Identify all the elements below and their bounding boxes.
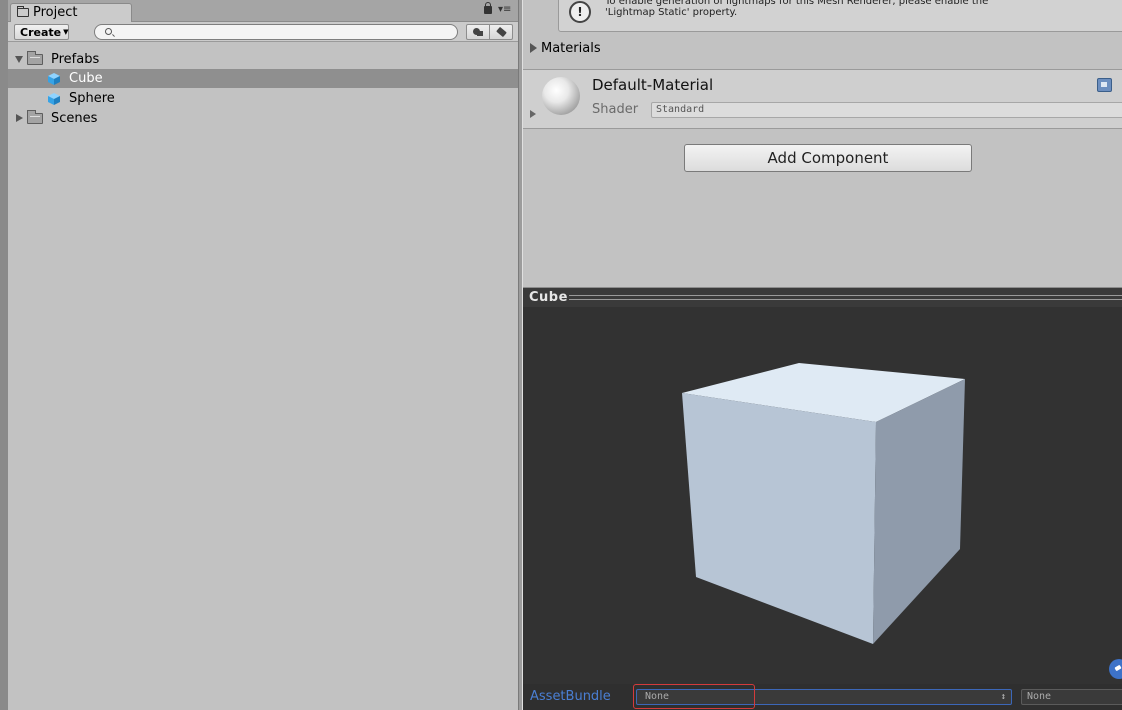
filter-by-label-button[interactable]: [489, 24, 513, 40]
chevron-down-icon: ▼: [63, 28, 69, 36]
settings-icon[interactable]: [1097, 78, 1112, 92]
info-icon: !: [569, 1, 591, 23]
lightmap-warning-text: To enable generation of lightmaps for th…: [605, 0, 989, 18]
expand-arrow-icon[interactable]: [16, 114, 23, 122]
assetbundle-label: AssetBundle: [530, 689, 611, 704]
tag-icon[interactable]: [1109, 659, 1122, 679]
folder-tab-icon: [17, 6, 29, 17]
tree-item-label: Sphere: [69, 91, 115, 106]
tree-item-prefabs[interactable]: Prefabs: [8, 50, 520, 69]
preview-drag-grip[interactable]: [569, 295, 1122, 300]
project-panel: Project ▾≡ Create ▼ Prefabs Cube Sphere …: [0, 0, 520, 710]
lock-icon[interactable]: [484, 2, 492, 14]
lightmap-help-box: ! To enable generation of lightmaps for …: [558, 0, 1122, 32]
cube-front-face: [682, 393, 876, 644]
material-preview-sphere: [542, 77, 580, 115]
foldout-arrow-icon: [530, 43, 537, 53]
material-name: Default-Material: [592, 76, 714, 94]
preview-panel: Cube AssetBundle None ↕ None: [523, 287, 1122, 710]
inspector-panel: ! To enable generation of lightmaps for …: [523, 0, 1122, 287]
tree-item-label: Prefabs: [51, 52, 100, 67]
assetbundle-variant-dropdown[interactable]: None: [1021, 689, 1122, 705]
tree-item-cube[interactable]: Cube: [8, 69, 520, 88]
project-tabbar: Project ▾≡: [8, 0, 520, 22]
filter-by-label-icon: [496, 26, 507, 38]
filter-by-type-button[interactable]: [466, 24, 490, 40]
tree-item-label: Scenes: [51, 111, 98, 126]
expand-arrow-icon[interactable]: [15, 56, 23, 63]
prefab-icon: [48, 93, 60, 105]
highlight-box: [633, 684, 755, 709]
updown-arrow-icon: ↕: [1000, 692, 1006, 702]
tab-project[interactable]: Project: [10, 3, 132, 22]
materials-label: Materials: [541, 41, 601, 56]
search-icon: [105, 28, 112, 35]
project-toolbar: Create ▼: [8, 22, 520, 42]
shader-label: Shader: [592, 102, 639, 117]
material-foldout-arrow[interactable]: [530, 110, 536, 118]
create-button-label: Create: [20, 26, 62, 39]
preview-header[interactable]: Cube: [523, 287, 1122, 307]
cube-side-face: [873, 379, 965, 644]
cube-preview-viewport[interactable]: [523, 287, 1122, 684]
add-component-button[interactable]: Add Component: [684, 144, 972, 172]
folder-icon: [27, 51, 43, 65]
create-button[interactable]: Create ▼: [14, 24, 69, 40]
tab-project-label: Project: [33, 5, 78, 20]
assetbundle-bar: AssetBundle None ↕ None: [523, 684, 1122, 710]
tab-menu-icon[interactable]: ▾≡: [498, 5, 511, 15]
shader-dropdown[interactable]: Standard: [651, 102, 1122, 118]
tree-item-scenes[interactable]: Scenes: [8, 109, 520, 128]
materials-foldout[interactable]: Materials: [523, 38, 1122, 60]
prefab-icon: [48, 73, 60, 85]
search-field[interactable]: [94, 24, 458, 40]
search-input[interactable]: [119, 26, 439, 38]
folder-icon: [27, 110, 43, 124]
tree-item-label: Cube: [69, 71, 103, 86]
tree-item-sphere[interactable]: Sphere: [8, 89, 520, 108]
preview-title: Cube: [529, 290, 568, 305]
material-header: Default-Material Shader Standard: [523, 69, 1122, 129]
filter-by-type-icon: [473, 28, 483, 36]
